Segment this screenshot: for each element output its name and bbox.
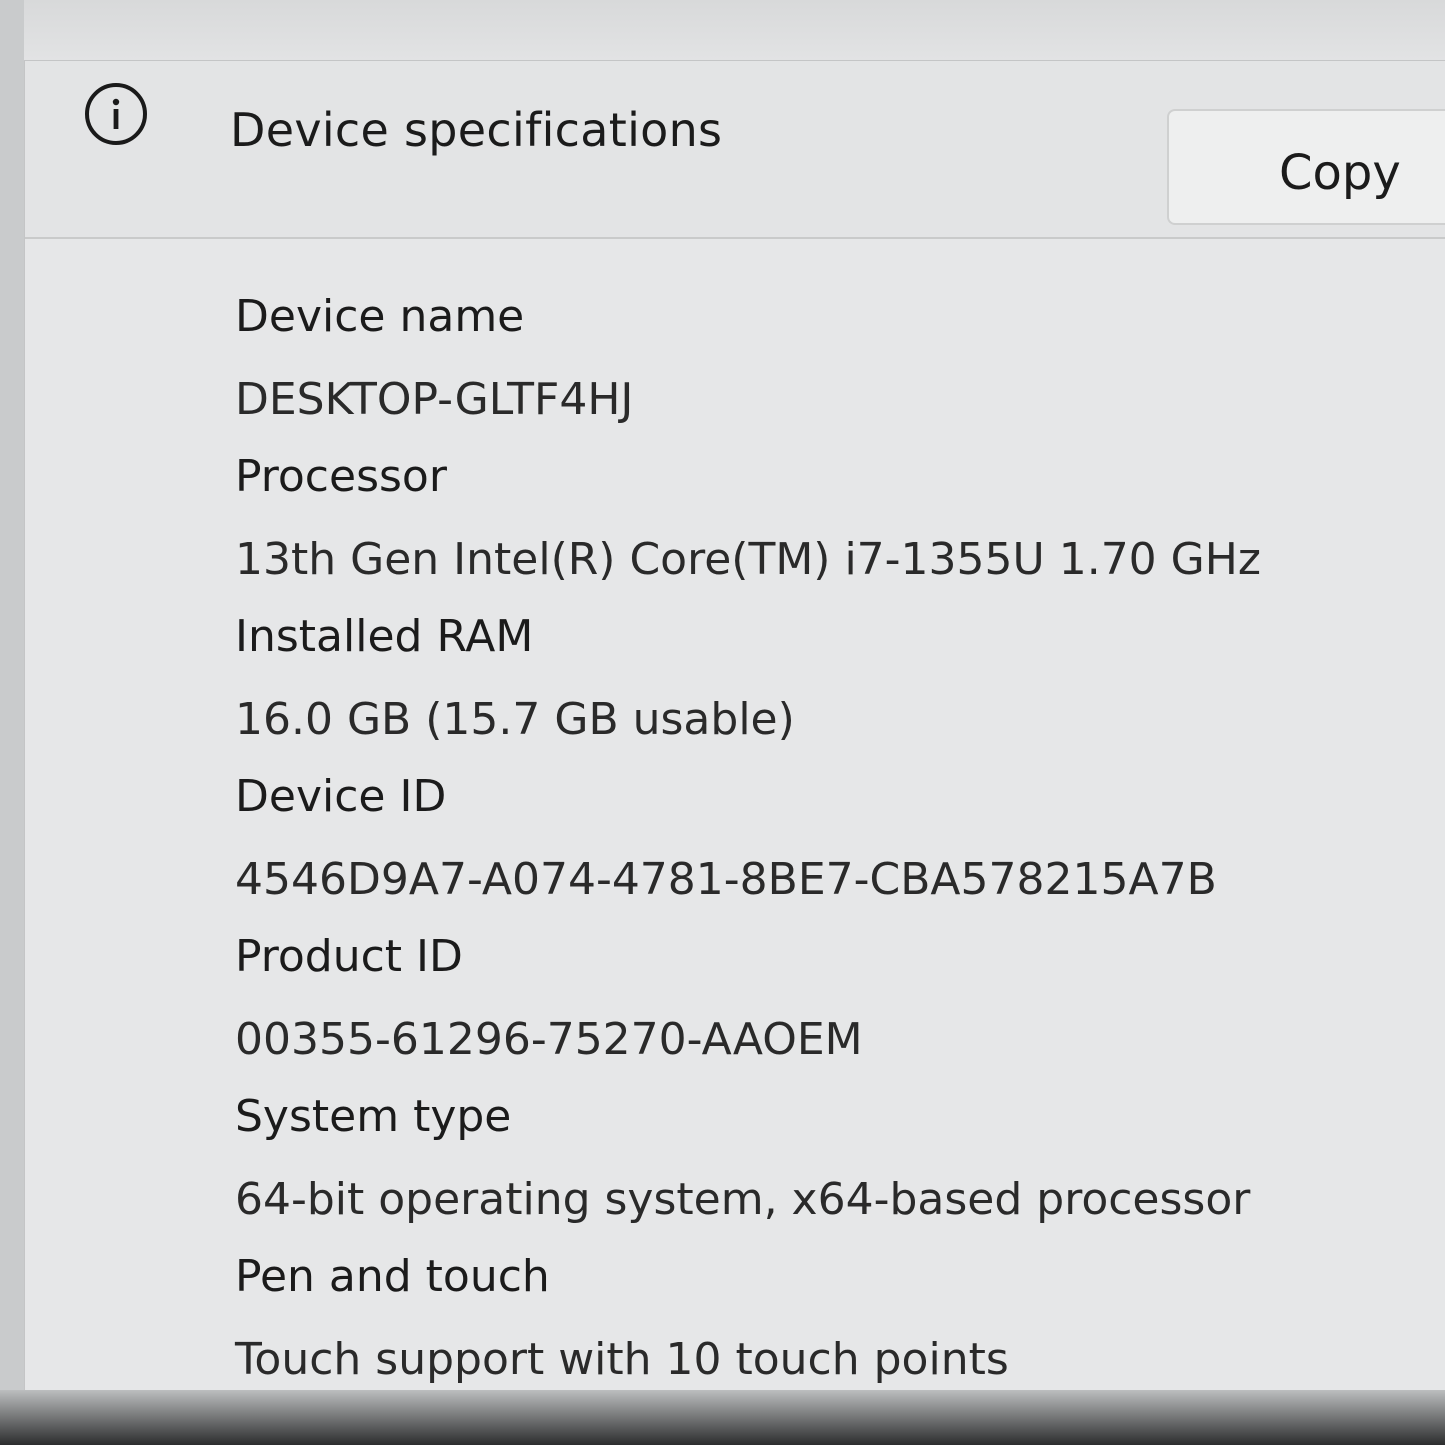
spec-device-name[interactable]: Device name DESKTOP-GLTF4HJ xyxy=(235,291,633,425)
spec-system-type[interactable]: System type 64-bit operating system, x64… xyxy=(235,1091,1250,1225)
screen-top-edge xyxy=(0,0,1445,60)
spec-label: Installed RAM xyxy=(235,611,534,662)
spec-label: Product ID xyxy=(235,931,463,982)
spec-label: Device ID xyxy=(235,771,447,822)
spec-label: Device name xyxy=(235,291,525,342)
spec-label: Processor xyxy=(235,451,447,502)
spec-label: System type xyxy=(235,1091,512,1142)
spec-value: DESKTOP-GLTF4HJ xyxy=(235,374,634,425)
spec-value: Touch support with 10 touch points xyxy=(235,1334,1009,1385)
spec-value: 64-bit operating system, x64-based proce… xyxy=(235,1174,1251,1225)
info-icon xyxy=(85,83,147,145)
spec-value: 4546D9A7-A074-4781-8BE7-CBA578215A7B xyxy=(235,854,1217,905)
spec-value: 13th Gen Intel(R) Core(TM) i7-1355U 1.70… xyxy=(235,534,1261,585)
spec-value: 00355-61296-75270-AAOEM xyxy=(235,1014,863,1065)
spec-label: Pen and touch xyxy=(235,1251,550,1302)
device-specifications-header[interactable]: Device specifications Copy xyxy=(25,61,1445,239)
spec-pen-and-touch[interactable]: Pen and touch Touch support with 10 touc… xyxy=(235,1251,1009,1385)
spec-value: 16.0 GB (15.7 GB usable) xyxy=(235,694,795,745)
copy-button-label: Copy xyxy=(1279,145,1401,201)
spec-device-id[interactable]: Device ID 4546D9A7-A074-4781-8BE7-CBA578… xyxy=(235,771,1217,905)
left-gutter xyxy=(0,0,24,1445)
spec-installed-ram[interactable]: Installed RAM 16.0 GB (15.7 GB usable) xyxy=(235,611,795,745)
copy-button[interactable]: Copy xyxy=(1167,109,1445,225)
page-title: Device specifications xyxy=(230,103,723,157)
spec-product-id[interactable]: Product ID 00355-61296-75270-AAOEM xyxy=(235,931,863,1065)
spec-processor[interactable]: Processor 13th Gen Intel(R) Core(TM) i7-… xyxy=(235,451,1261,585)
screen-bottom-edge xyxy=(0,1390,1445,1445)
device-specifications-card: Device specifications Copy Device name D… xyxy=(24,60,1445,1391)
